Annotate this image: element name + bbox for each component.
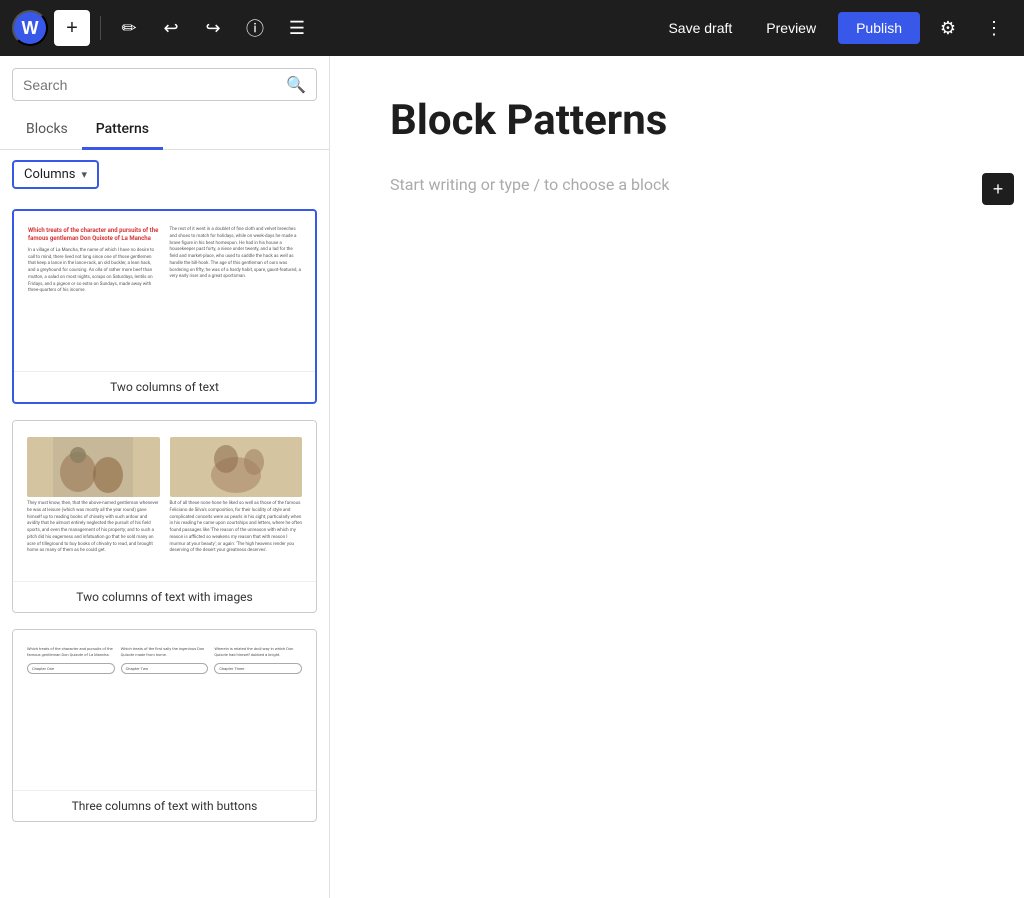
search-input[interactable] — [23, 77, 278, 93]
toolbar: W + ✏ ↩ ↪ ⓘ ☰ Save draft Preview Publish… — [0, 0, 1024, 56]
editor-content-area: Start writing or type / to choose a bloc… — [390, 175, 964, 194]
info-button[interactable]: ⓘ — [237, 10, 273, 46]
pattern-card-three-columns-buttons[interactable]: Which treats of the character and pursui… — [12, 629, 317, 822]
tab-patterns[interactable]: Patterns — [82, 111, 163, 150]
three-col-preview: Which treats of the character and pursui… — [27, 646, 302, 780]
filter-label: Columns — [24, 167, 76, 182]
filter-dropdown[interactable]: Columns ▾ — [12, 160, 99, 189]
undo-button[interactable]: ↩ — [153, 10, 189, 46]
sidebar: 🔍 Blocks Patterns Columns ▾ Which treats — [0, 56, 330, 898]
preview-chapter-btn-3: Chapter Three — [214, 663, 302, 674]
redo-button[interactable]: ↪ — [195, 10, 231, 46]
menu-button[interactable]: ☰ — [279, 10, 315, 46]
publish-button[interactable]: Publish — [838, 12, 920, 44]
preview-text-col3: Wherein is related the droll way in whic… — [214, 646, 302, 657]
patterns-list: Which treats of the character and pursui… — [0, 199, 329, 898]
edit-button[interactable]: ✏ — [111, 10, 147, 46]
preview-col-left: Which treats of the character and pursui… — [28, 227, 160, 361]
more-options-button[interactable]: ⋮ — [976, 10, 1012, 46]
preview-chapter-btn-2: Chapter Two — [121, 663, 209, 674]
chevron-down-icon: ▾ — [82, 168, 88, 181]
add-block-float-button[interactable]: + — [982, 173, 1014, 205]
preview-text-col1: Which treats of the character and pursui… — [27, 646, 115, 657]
editor-placeholder[interactable]: Start writing or type / to choose a bloc… — [390, 175, 670, 194]
preview-image-left — [27, 437, 160, 497]
preview-chapter-btn-1: Chapter One — [27, 663, 115, 674]
preview-heading: Which treats of the character and pursui… — [28, 227, 160, 244]
pattern-preview: Which treats of the character and pursui… — [14, 211, 315, 371]
preview-btn-col-3: Wherein is related the droll way in whic… — [214, 646, 302, 780]
preview-img-col-left: They must know, then, that the above-nam… — [27, 437, 160, 571]
preview-btn-col-1: Which treats of the character and pursui… — [27, 646, 115, 780]
search-area: 🔍 — [0, 56, 329, 111]
tab-blocks[interactable]: Blocks — [12, 111, 82, 150]
pattern-preview-buttons: Which treats of the character and pursui… — [13, 630, 316, 790]
search-box: 🔍 — [12, 68, 317, 101]
save-draft-button[interactable]: Save draft — [656, 14, 744, 42]
preview-img-col-right: But of all these none hone he liked so w… — [170, 437, 303, 571]
toolbar-divider — [100, 16, 101, 40]
preview-text-col2: Which treats of the first sally the inge… — [121, 646, 209, 657]
settings-button[interactable]: ⚙ — [930, 10, 966, 46]
preview-text-img-right: But of all these none hone he liked so w… — [170, 501, 303, 555]
toolbar-right: Save draft Preview Publish ⚙ ⋮ — [656, 10, 1012, 46]
preview-btn-col-2: Which treats of the first sally the inge… — [121, 646, 209, 780]
pattern-card-two-columns-images[interactable]: They must know, then, that the above-nam… — [12, 420, 317, 613]
toolbar-left: W + ✏ ↩ ↪ ⓘ ☰ — [12, 10, 648, 46]
pattern-label-three-columns-buttons: Three columns of text with buttons — [13, 790, 316, 821]
add-block-button[interactable]: + — [54, 10, 90, 46]
editor-area[interactable]: Block Patterns Start writing or type / t… — [330, 56, 1024, 898]
preview-button[interactable]: Preview — [754, 14, 828, 42]
filter-row: Columns ▾ — [0, 150, 329, 199]
page-title: Block Patterns — [390, 96, 964, 145]
preview-text-right: The rest of it went in a doublet of fine… — [170, 227, 302, 281]
pattern-label-two-columns-text: Two columns of text — [14, 371, 315, 402]
main-layout: 🔍 Blocks Patterns Columns ▾ Which treats — [0, 56, 1024, 898]
pattern-label-two-columns-images: Two columns of text with images — [13, 581, 316, 612]
two-col-img-preview: They must know, then, that the above-nam… — [27, 437, 302, 571]
pattern-card-two-columns-text[interactable]: Which treats of the character and pursui… — [12, 209, 317, 404]
search-icon[interactable]: 🔍 — [286, 75, 306, 94]
pattern-preview-images: They must know, then, that the above-nam… — [13, 421, 316, 581]
preview-text-img-left: They must know, then, that the above-nam… — [27, 501, 160, 555]
tabs-row: Blocks Patterns — [0, 111, 329, 150]
preview-text-left: In a village of La Mancha, the name of w… — [28, 248, 160, 295]
preview-col-right: The rest of it went in a doublet of fine… — [170, 227, 302, 361]
preview-image-right — [170, 437, 303, 497]
wp-logo-button[interactable]: W — [12, 10, 48, 46]
two-col-preview: Which treats of the character and pursui… — [28, 227, 301, 361]
